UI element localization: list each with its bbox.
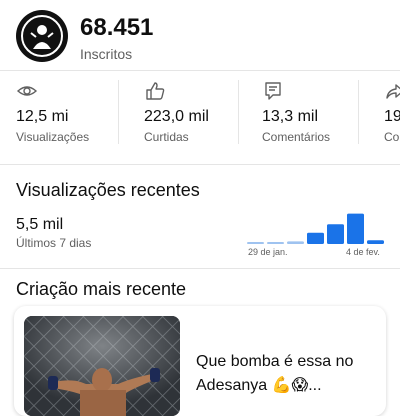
stat-separator xyxy=(238,80,239,144)
divider xyxy=(0,268,400,269)
recent-creation-title: Criação mais recente xyxy=(16,279,187,299)
channel-header: 68.451 Inscritos xyxy=(16,10,386,66)
fighter-thumbnail-image xyxy=(24,316,180,416)
stat-separator xyxy=(358,80,359,144)
stat-value: 13,3 mil xyxy=(262,108,319,125)
channel-avatar[interactable] xyxy=(16,10,68,62)
stats-row: 12,5 mi Visualizações 223,0 mil Curtidas… xyxy=(0,76,400,156)
recent-views-period: Últimos 7 dias xyxy=(16,236,92,250)
stat-label: Visualizações xyxy=(16,130,90,144)
stat-label: Co xyxy=(384,130,400,144)
divider xyxy=(0,164,400,165)
chart-bar xyxy=(307,232,324,244)
video-title: Que bomba é essa no Adesanya 💪😱... xyxy=(196,353,354,394)
stat-value: 12,5 mi xyxy=(16,108,69,125)
chart-bar xyxy=(267,242,284,244)
chart-bar xyxy=(327,224,344,244)
subscriber-label: Inscritos xyxy=(80,46,133,62)
chart-bar xyxy=(287,241,304,244)
stat-label: Curtidas xyxy=(144,130,189,144)
eye-icon xyxy=(16,86,38,96)
chart-bar xyxy=(347,213,364,244)
stat-separator xyxy=(118,80,119,144)
stat-value: 223,0 mil xyxy=(144,108,209,125)
share-icon xyxy=(386,84,400,99)
subscriber-count: 68.451 xyxy=(80,14,154,41)
recent-views-value: 5,5 mil xyxy=(16,216,64,233)
recent-views-title: Visualizações recentes xyxy=(16,180,200,200)
video-thumbnail[interactable] xyxy=(24,316,180,416)
chart-bar xyxy=(247,242,264,244)
chart-end-label: 4 de fev. xyxy=(346,247,380,257)
comment-icon xyxy=(265,82,281,100)
chart-start-label: 29 de jan. xyxy=(248,247,288,257)
chart-bar xyxy=(367,240,384,244)
channel-logo-icon xyxy=(21,15,63,57)
thumbs-up-icon xyxy=(146,82,165,100)
stat-label: Comentários xyxy=(262,130,331,144)
divider xyxy=(0,70,400,71)
stat-value: 19 xyxy=(384,108,400,125)
